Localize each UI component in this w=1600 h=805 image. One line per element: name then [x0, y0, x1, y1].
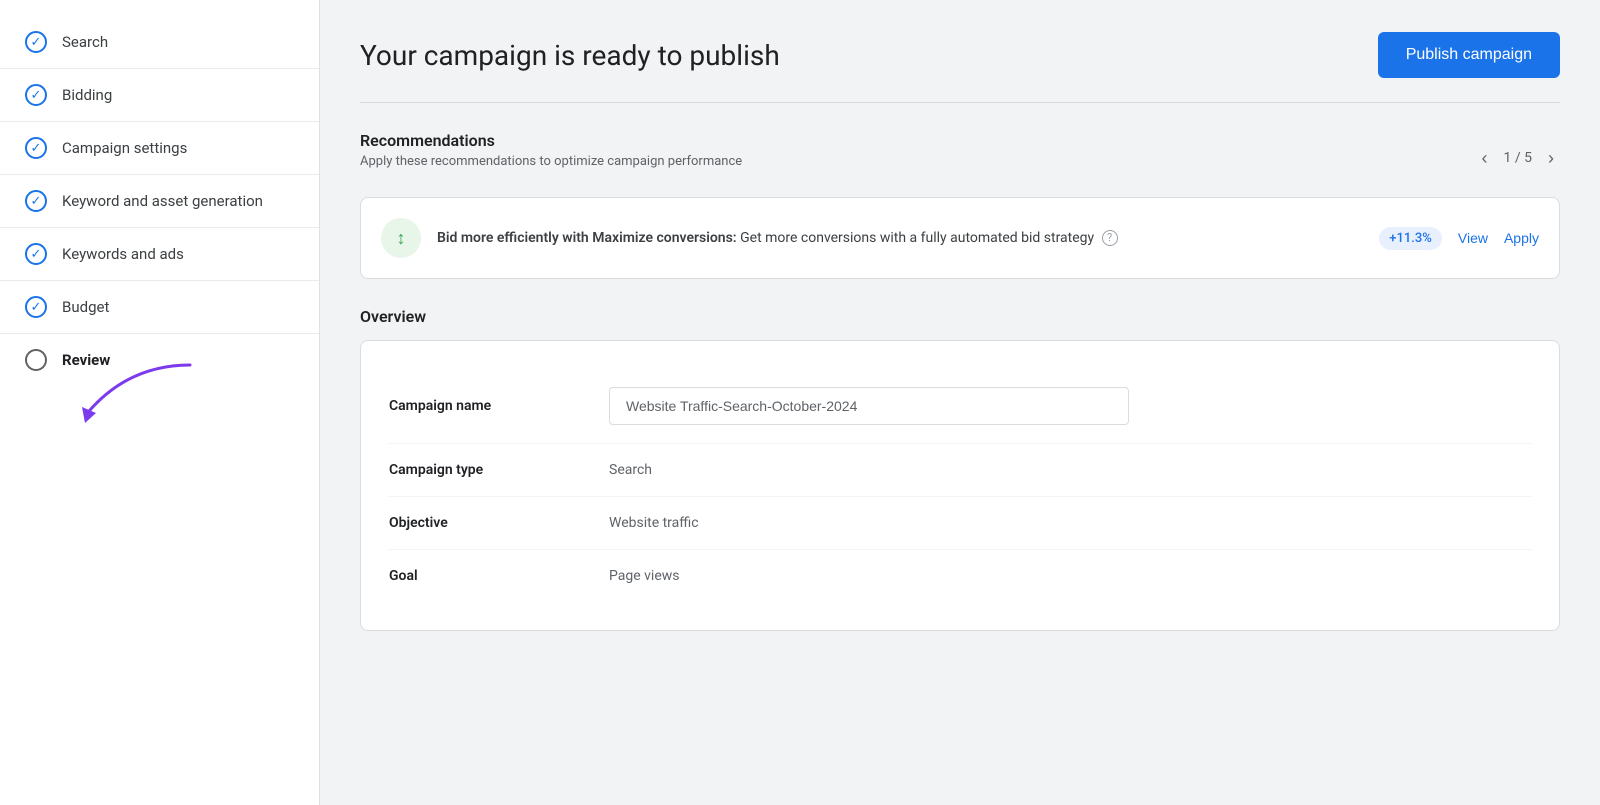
recommendations-header-left: Recommendations Apply these recommendati…: [360, 131, 742, 185]
overview-row: Campaign typeSearch: [389, 444, 1531, 497]
sidebar-item-label-bidding: Bidding: [62, 86, 112, 104]
recommendation-card: ↕ Bid more efficiently with Maximize con…: [360, 197, 1560, 279]
overview-row-value: Search: [609, 462, 1531, 478]
recommendation-text: Bid more efficiently with Maximize conve…: [437, 230, 1118, 246]
sidebar-item-search[interactable]: ✓ Search: [0, 16, 319, 69]
overview-row-label: Goal: [389, 568, 609, 584]
page-title: Your campaign is ready to publish: [360, 39, 780, 72]
check-circle-icon: ✓: [25, 243, 47, 265]
overview-row-label: Objective: [389, 515, 609, 531]
header-divider: [360, 102, 1560, 103]
bid-icon: ↕: [381, 218, 421, 258]
sidebar: ✓ Search ✓ Bidding ✓ Campaign settings ✓ Keywor…: [0, 0, 320, 805]
pagination-display: 1 / 5: [1504, 150, 1532, 166]
sidebar-item-icon-budget: ✓: [24, 295, 48, 319]
view-recommendation-button[interactable]: View: [1458, 226, 1488, 250]
recommendations-pagination: ‹ 1 / 5 ›: [1476, 144, 1560, 173]
sidebar-item-keywords-ads[interactable]: ✓ Keywords and ads: [0, 228, 319, 281]
main-content: Your campaign is ready to publish Publis…: [320, 0, 1600, 805]
recommendations-title: Recommendations: [360, 131, 742, 150]
campaign-name-input[interactable]: [609, 387, 1129, 425]
pagination-prev-button[interactable]: ‹: [1476, 144, 1494, 173]
check-circle-icon: ✓: [25, 296, 47, 318]
overview-card: Campaign nameCampaign typeSearchObjectiv…: [360, 340, 1560, 631]
overview-row-value: Website traffic: [609, 515, 1531, 531]
sidebar-item-icon-search: ✓: [24, 30, 48, 54]
check-circle-icon: ✓: [25, 84, 47, 106]
header-row: Your campaign is ready to publish Publis…: [360, 32, 1560, 78]
overview-row: ObjectiveWebsite traffic: [389, 497, 1531, 550]
sidebar-item-bidding[interactable]: ✓ Bidding: [0, 69, 319, 122]
empty-circle-icon: [25, 349, 47, 371]
sidebar-item-label-search: Search: [62, 33, 108, 51]
recommendation-text-bold: Bid more efficiently with Maximize conve…: [437, 230, 737, 246]
sidebar-item-label-campaign-settings: Campaign settings: [62, 139, 187, 157]
check-circle-icon: ✓: [25, 190, 47, 212]
recommendation-actions: +11.3% View Apply: [1379, 226, 1539, 250]
sidebar-item-keyword-asset[interactable]: ✓ Keyword and asset generation: [0, 175, 319, 228]
recommendation-badge: +11.3%: [1379, 227, 1442, 250]
help-icon[interactable]: ?: [1102, 230, 1118, 246]
overview-row-value: Page views: [609, 568, 1531, 584]
check-circle-icon: ✓: [25, 137, 47, 159]
recommendation-text-rest: Get more conversions with a fully automa…: [737, 230, 1095, 246]
sidebar-item-label-budget: Budget: [62, 298, 109, 316]
overview-row-label: Campaign name: [389, 398, 609, 414]
pagination-next-button[interactable]: ›: [1542, 144, 1560, 173]
recommendations-header: Recommendations Apply these recommendati…: [360, 131, 1560, 185]
sidebar-item-label-keyword-asset: Keyword and asset generation: [62, 192, 263, 210]
overview-row: Campaign name: [389, 369, 1531, 444]
recommendation-content: Bid more efficiently with Maximize conve…: [437, 227, 1363, 249]
sidebar-item-campaign-settings[interactable]: ✓ Campaign settings: [0, 122, 319, 175]
overview-title: Overview: [360, 307, 1560, 326]
sidebar-item-icon-review: [24, 348, 48, 372]
sidebar-item-icon-keyword-asset: ✓: [24, 189, 48, 213]
overview-row: GoalPage views: [389, 550, 1531, 602]
publish-campaign-button[interactable]: Publish campaign: [1378, 32, 1560, 78]
recommendations-subtitle: Apply these recommendations to optimize …: [360, 154, 742, 169]
sidebar-item-label-keywords-ads: Keywords and ads: [62, 245, 184, 263]
overview-row-label: Campaign type: [389, 462, 609, 478]
sidebar-item-label-review: Review: [62, 351, 110, 369]
sidebar-item-budget[interactable]: ✓ Budget: [0, 281, 319, 334]
apply-recommendation-button[interactable]: Apply: [1504, 226, 1539, 250]
sidebar-item-icon-bidding: ✓: [24, 83, 48, 107]
sidebar-item-icon-keywords-ads: ✓: [24, 242, 48, 266]
sidebar-item-icon-campaign-settings: ✓: [24, 136, 48, 160]
sidebar-item-review[interactable]: Review: [0, 334, 319, 386]
check-circle-icon: ✓: [25, 31, 47, 53]
